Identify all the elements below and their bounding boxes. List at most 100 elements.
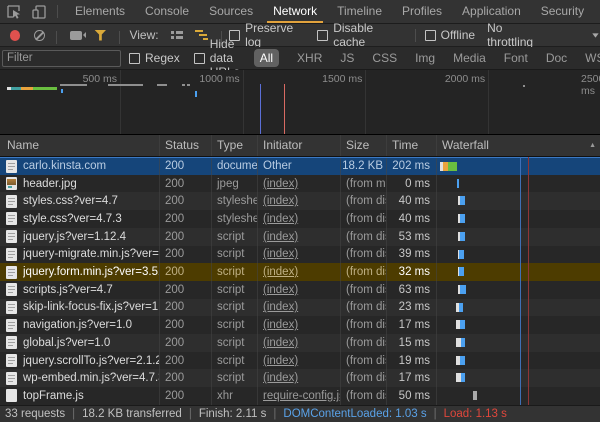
tab-sources[interactable]: Sources: [199, 0, 263, 23]
regex-checkbox[interactable]: Regex: [129, 51, 180, 65]
request-name-cell[interactable]: global.js?ver=1.0: [0, 334, 160, 352]
record-network-log-button[interactable]: [10, 30, 20, 41]
request-initiator-cell[interactable]: (index): [258, 210, 341, 228]
initiator-link[interactable]: require-config.js:2: [263, 390, 341, 402]
request-initiator-cell[interactable]: require-config.js:2: [258, 387, 341, 405]
initiator-link[interactable]: (index): [263, 319, 298, 331]
checkbox-icon[interactable]: [425, 30, 436, 41]
initiator-link[interactable]: (index): [263, 372, 298, 384]
request-initiator-cell[interactable]: (index): [258, 246, 341, 264]
summary-separator: |: [72, 408, 75, 420]
initiator-link[interactable]: (index): [263, 284, 298, 296]
request-initiator-cell[interactable]: (index): [258, 228, 341, 246]
tab-security[interactable]: Security: [531, 0, 594, 23]
network-overview-timeline[interactable]: 500 ms1000 ms1500 ms2000 ms2500 ms: [0, 70, 600, 135]
request-name-cell[interactable]: navigation.js?ver=1.0: [0, 316, 160, 334]
filter-type-all[interactable]: All: [254, 49, 279, 67]
filter-type-css[interactable]: CSS: [372, 51, 397, 65]
inspect-element-icon[interactable]: [6, 4, 22, 20]
filter-type-media[interactable]: Media: [453, 51, 486, 65]
filter-type-doc[interactable]: Doc: [546, 51, 567, 65]
request-row[interactable]: scripts.js?ver=4.7200script(index)(from …: [0, 281, 600, 299]
filter-type-font[interactable]: Font: [504, 51, 528, 65]
initiator-link[interactable]: (index): [263, 248, 298, 260]
request-name-cell[interactable]: jquery.scrollTo.js?ver=2.1.2: [0, 352, 160, 370]
checkbox-icon[interactable]: [317, 30, 328, 41]
filter-type-img[interactable]: Img: [415, 51, 435, 65]
initiator-link[interactable]: (index): [263, 266, 298, 278]
request-name-cell[interactable]: scripts.js?ver=4.7: [0, 281, 160, 299]
filter-icon[interactable]: [94, 30, 106, 41]
request-row[interactable]: skip-link-focus-fix.js?ver=1.0200script(…: [0, 299, 600, 317]
request-name-cell[interactable]: jquery.js?ver=1.12.4: [0, 228, 160, 246]
checkbox-icon[interactable]: [194, 53, 205, 64]
request-initiator-cell[interactable]: (index): [258, 192, 341, 210]
tab-console[interactable]: Console: [135, 0, 199, 23]
request-name-cell[interactable]: carlo.kinsta.com: [0, 158, 160, 175]
request-name-cell[interactable]: skip-link-focus-fix.js?ver=1.0: [0, 299, 160, 317]
column-header-time[interactable]: Time: [387, 135, 437, 156]
request-row[interactable]: header.jpg200jpeg(index)(from me...0 ms: [0, 175, 600, 193]
initiator-link[interactable]: (index): [263, 178, 298, 190]
request-initiator-cell[interactable]: (index): [258, 299, 341, 317]
offline-checkbox[interactable]: Offline: [425, 28, 475, 42]
request-row[interactable]: jquery.js?ver=1.12.4200script(index)(fro…: [0, 228, 600, 246]
tab-profiles[interactable]: Profiles: [392, 0, 452, 23]
column-header-waterfall[interactable]: Waterfall▲: [437, 135, 600, 156]
filter-input[interactable]: [2, 50, 121, 67]
initiator-link[interactable]: (index): [263, 195, 298, 207]
request-initiator-cell[interactable]: (index): [258, 316, 341, 334]
column-header-initiator[interactable]: Initiator: [258, 135, 341, 156]
request-row[interactable]: styles.css?ver=4.7200stylesheet(index)(f…: [0, 192, 600, 210]
filter-type-js[interactable]: JS: [340, 51, 354, 65]
initiator-link[interactable]: (index): [263, 231, 298, 243]
request-name: jquery.js?ver=1.12.4: [23, 231, 126, 243]
use-small-request-rows-icon[interactable]: [171, 30, 183, 40]
request-row[interactable]: topFrame.js200xhrrequire-config.js:2(fro…: [0, 387, 600, 405]
request-waterfall-cell: [437, 281, 600, 299]
initiator-link[interactable]: (index): [263, 337, 298, 349]
request-initiator-cell[interactable]: (index): [258, 352, 341, 370]
initiator-link[interactable]: (index): [263, 355, 298, 367]
toggle-device-toolbar-icon[interactable]: [31, 4, 47, 20]
request-row[interactable]: jquery.form.min.js?ver=3.51.0-201...200s…: [0, 263, 600, 281]
filter-type-xhr[interactable]: XHR: [297, 51, 322, 65]
initiator-link[interactable]: (index): [263, 213, 298, 225]
request-name-cell[interactable]: style.css?ver=4.7.3: [0, 210, 160, 228]
request-initiator-cell[interactable]: (index): [258, 369, 341, 387]
column-header-type[interactable]: Type: [212, 135, 258, 156]
request-initiator-cell[interactable]: (index): [258, 334, 341, 352]
capture-screenshots-icon[interactable]: [70, 31, 82, 40]
filter-type-ws[interactable]: WS: [585, 51, 600, 65]
clear-icon[interactable]: [34, 30, 45, 41]
request-row[interactable]: global.js?ver=1.0200script(index)(from d…: [0, 334, 600, 352]
request-row[interactable]: navigation.js?ver=1.0200script(index)(fr…: [0, 316, 600, 334]
request-row[interactable]: jquery.scrollTo.js?ver=2.1.2200script(in…: [0, 352, 600, 370]
tab-network[interactable]: Network: [263, 0, 327, 23]
column-header-status[interactable]: Status: [160, 135, 212, 156]
request-initiator-cell[interactable]: (index): [258, 281, 341, 299]
request-row[interactable]: wp-embed.min.js?ver=4.7.3200script(index…: [0, 369, 600, 387]
initiator-link[interactable]: (index): [263, 301, 298, 313]
request-row[interactable]: carlo.kinsta.com200documentOther18.2 KB2…: [0, 157, 600, 175]
preserve-log-checkbox[interactable]: Preserve log: [229, 21, 305, 49]
tab-elements[interactable]: Elements: [65, 0, 135, 23]
request-name-cell[interactable]: topFrame.js: [0, 387, 160, 405]
disable-cache-checkbox[interactable]: Disable cache: [317, 21, 400, 49]
column-header-name[interactable]: Name: [0, 135, 160, 156]
tab-timeline[interactable]: Timeline: [327, 0, 392, 23]
tab-application[interactable]: Application: [452, 0, 531, 23]
request-initiator-cell[interactable]: (index): [258, 263, 341, 281]
throttling-dropdown[interactable]: No throttling ▼: [487, 21, 600, 49]
request-name-cell[interactable]: header.jpg: [0, 175, 160, 193]
request-initiator-cell[interactable]: (index): [258, 175, 341, 193]
request-row[interactable]: jquery-migrate.min.js?ver=1.4.1200script…: [0, 246, 600, 264]
request-name-cell[interactable]: jquery.form.min.js?ver=3.51.0-201...: [0, 263, 160, 281]
column-header-size[interactable]: Size: [341, 135, 387, 156]
request-name-cell[interactable]: jquery-migrate.min.js?ver=1.4.1: [0, 246, 160, 264]
request-name-cell[interactable]: styles.css?ver=4.7: [0, 192, 160, 210]
request-name-cell[interactable]: wp-embed.min.js?ver=4.7.3: [0, 369, 160, 387]
tab-audits[interactable]: Audits: [594, 0, 600, 23]
request-row[interactable]: style.css?ver=4.7.3200stylesheet(index)(…: [0, 210, 600, 228]
checkbox-icon[interactable]: [129, 53, 140, 64]
